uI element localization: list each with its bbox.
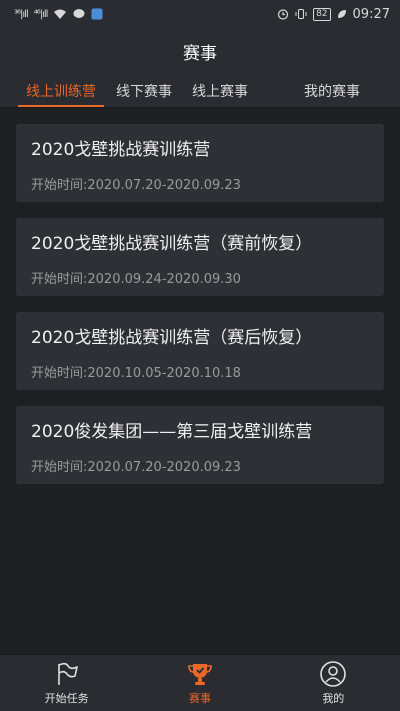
signal-icon: ⁴⁶|ıll: [33, 8, 49, 20]
tab-label: 线上训练营: [26, 83, 96, 100]
event-card[interactable]: 2020戈壁挑战赛训练营 开始时间:2020.07.20-2020.09.23: [16, 124, 384, 202]
nav-mine[interactable]: 我的: [267, 655, 400, 711]
event-card[interactable]: 2020戈壁挑战赛训练营（赛前恢复） 开始时间:2020.09.24-2020.…: [16, 218, 384, 296]
nav-label: 开始任务: [44, 692, 89, 705]
user-icon: [319, 660, 347, 688]
tab-online-camp[interactable]: 线上训练营: [18, 74, 104, 107]
nav-events[interactable]: 赛事: [133, 655, 266, 711]
nav-start-task[interactable]: 开始任务: [0, 655, 133, 711]
event-list: 2020戈壁挑战赛训练营 开始时间:2020.07.20-2020.09.23 …: [0, 108, 400, 484]
tab-my-events[interactable]: 我的赛事: [296, 74, 368, 107]
nav-label: 我的: [322, 692, 345, 705]
battery-icon: 82: [313, 7, 331, 21]
trophy-icon: [186, 660, 214, 688]
page-title: 赛事: [183, 43, 217, 64]
event-title: 2020戈壁挑战赛训练营（赛后恢复）: [31, 328, 313, 348]
tab-label: 我的赛事: [304, 83, 360, 100]
tab-label: 线上赛事: [192, 83, 248, 100]
event-title: 2020俊发集团——第三届戈壁训练营: [31, 422, 313, 442]
tab-bar: 线上训练营 线下赛事 线上赛事 我的赛事: [0, 74, 400, 108]
event-time: 开始时间:2020.07.20-2020.09.23: [31, 178, 241, 193]
app-notification-icon: [91, 8, 103, 20]
clock: 09:27: [352, 6, 390, 22]
tab-label: 线下赛事: [116, 83, 172, 100]
app-header: 赛事: [0, 28, 400, 74]
nav-label: 赛事: [188, 692, 211, 705]
event-title: 2020戈壁挑战赛训练营: [31, 140, 211, 160]
bottom-nav: 开始任务 赛事 我的: [0, 654, 400, 711]
tab-offline-events[interactable]: 线下赛事: [108, 74, 180, 107]
event-time: 开始时间:2020.07.20-2020.09.23: [31, 460, 241, 475]
chat-icon: [73, 9, 85, 18]
alarm-icon: [277, 9, 289, 20]
event-card[interactable]: 2020俊发集团——第三届戈壁训练营 开始时间:2020.07.20-2020.…: [16, 406, 384, 484]
vibrate-icon: [295, 9, 307, 19]
event-title: 2020戈壁挑战赛训练营（赛前恢复）: [31, 234, 313, 254]
wifi-icon: [54, 9, 67, 19]
signal-icon: ³⁶|ıll: [14, 8, 29, 20]
status-bar: ³⁶|ıll ⁴⁶|ıll 82 09:27: [0, 0, 400, 28]
event-time: 开始时间:2020.09.24-2020.09.30: [31, 272, 241, 287]
event-time: 开始时间:2020.10.05-2020.10.18: [31, 366, 241, 381]
flag-icon: [53, 660, 81, 688]
tab-online-events[interactable]: 线上赛事: [184, 74, 256, 107]
event-card[interactable]: 2020戈壁挑战赛训练营（赛后恢复） 开始时间:2020.10.05-2020.…: [16, 312, 384, 390]
leaf-icon: [337, 10, 346, 18]
